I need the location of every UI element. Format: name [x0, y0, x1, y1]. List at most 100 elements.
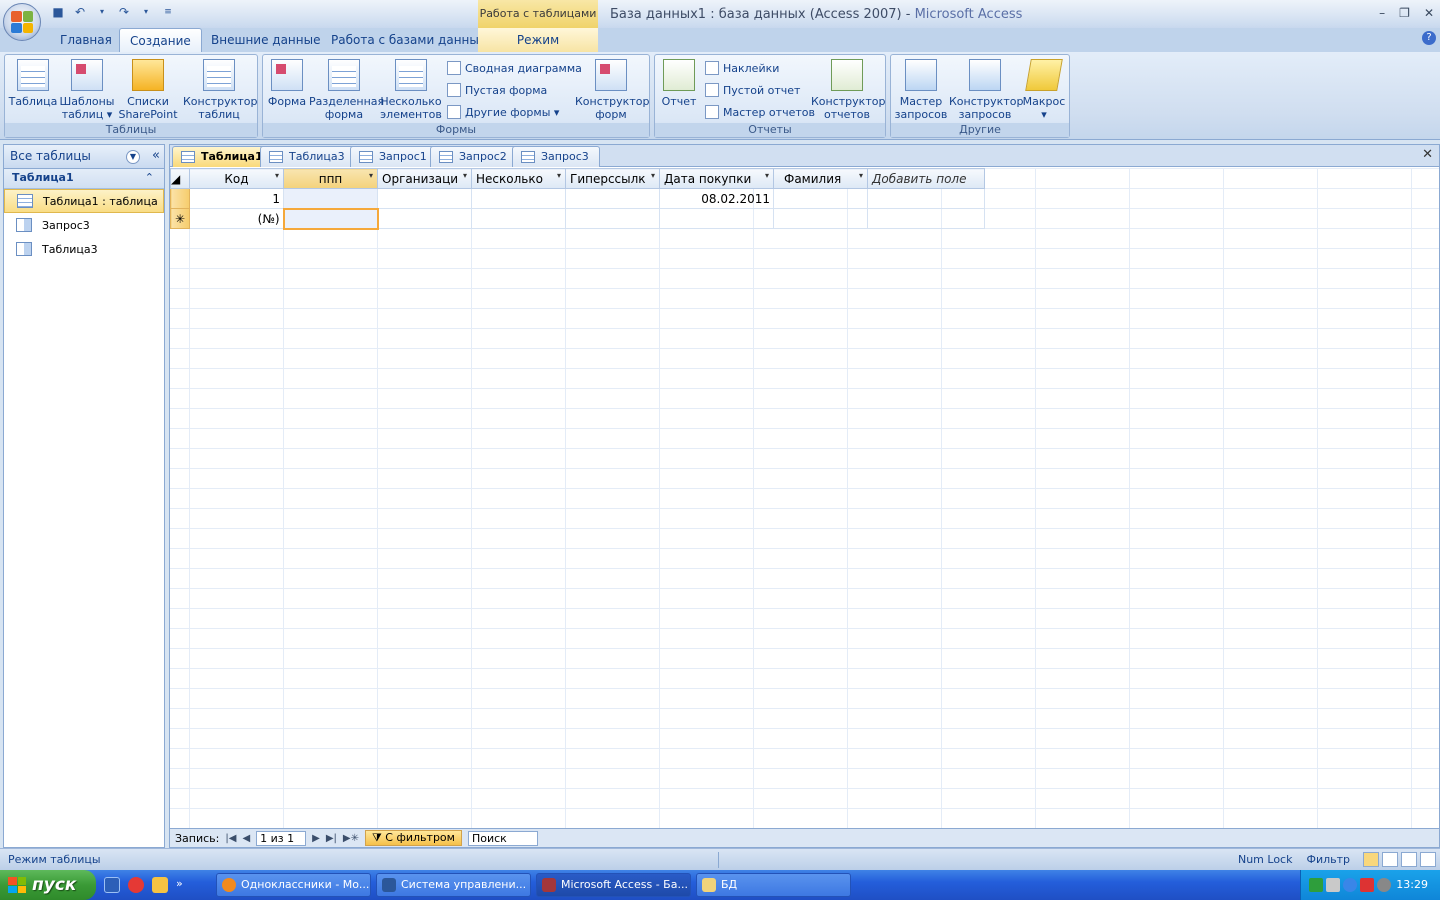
query-wizard-button[interactable]: Мастер запросов — [893, 59, 949, 121]
filter-icon[interactable]: ▾ — [275, 171, 279, 180]
table-cell[interactable]: 1 — [189, 188, 284, 209]
table-cell[interactable] — [659, 208, 774, 229]
nav-dropdown-icon[interactable]: ▼ — [126, 150, 140, 164]
dropdown-icon[interactable]: ▾ — [463, 171, 467, 180]
macro-button[interactable]: Макрос ▾ — [1021, 59, 1067, 121]
save-icon[interactable] — [104, 877, 120, 893]
more-icon[interactable]: » — [176, 877, 192, 893]
record-position-input[interactable]: 1 из 1 — [256, 830, 307, 846]
report-wizard-button[interactable]: Мастер отчетов — [705, 103, 815, 121]
search-input[interactable]: Поиск — [467, 830, 538, 846]
column-header[interactable]: Организаци ▾ — [377, 168, 472, 189]
row-selector[interactable] — [170, 188, 190, 209]
dropdown-icon[interactable]: ▾ — [859, 171, 863, 180]
datasheet-view-icon[interactable] — [1363, 852, 1379, 867]
select-all-corner[interactable]: ◢ — [170, 168, 190, 189]
tab-home[interactable]: Главная — [50, 28, 122, 52]
tab-database-tools[interactable]: Работа с базами данных — [321, 28, 496, 52]
doc-tab-table1[interactable]: Таблица1 — [172, 146, 274, 167]
nav-item-table1[interactable]: Таблица1 : таблица — [4, 189, 164, 213]
minimize-icon[interactable]: – — [1379, 6, 1385, 20]
form-button[interactable]: Форма — [265, 59, 309, 108]
blank-report-button[interactable]: Пустой отчет — [705, 81, 800, 99]
tray-app-icon[interactable] — [1309, 878, 1323, 892]
table-cell[interactable]: 08.02.2011 — [659, 188, 774, 209]
table-cell[interactable] — [565, 208, 660, 229]
dropdown-icon[interactable]: ▾ — [557, 171, 561, 180]
column-header[interactable]: ппп ▾ — [283, 168, 378, 189]
more-forms-button[interactable]: Другие формы ▾ — [447, 103, 559, 121]
language-icon[interactable] — [1360, 878, 1374, 892]
start-button[interactable]: пуск — [0, 870, 96, 900]
dropdown-icon[interactable]: ▾ — [765, 171, 769, 180]
add-field-header[interactable]: Добавить поле — [867, 168, 985, 189]
form-design-button[interactable]: Конструктор форм — [575, 59, 649, 121]
column-header[interactable]: Несколько ▾ — [471, 168, 566, 189]
taskbar-item-folder[interactable]: БД — [696, 873, 851, 897]
labels-button[interactable]: Наклейки — [705, 59, 779, 77]
customize-qat-icon[interactable]: ≡ — [160, 4, 176, 20]
tab-datasheet[interactable]: Режим таблицы — [478, 28, 598, 71]
table-cell[interactable] — [377, 188, 472, 209]
undo-icon[interactable]: ↶ — [72, 4, 88, 20]
table-cell[interactable] — [773, 208, 868, 229]
table-cell[interactable] — [471, 188, 566, 209]
new-record-icon[interactable]: ✳ — [170, 208, 190, 229]
pivot-chart-view-icon[interactable] — [1401, 852, 1417, 867]
column-header[interactable]: Гиперссылк ▾ — [565, 168, 660, 189]
taskbar-item-access[interactable]: Microsoft Access - Ба... — [536, 873, 691, 897]
new-record-nav-icon[interactable]: ▶✳ — [343, 833, 359, 844]
next-record-icon[interactable]: ▶ — [312, 833, 320, 844]
tab-external-data[interactable]: Внешние данные — [201, 28, 330, 52]
report-button[interactable]: Отчет — [659, 59, 699, 108]
table-cell[interactable] — [471, 208, 566, 229]
blank-form-button[interactable]: Пустая форма — [447, 81, 547, 99]
dropdown-icon[interactable]: ▾ — [94, 4, 110, 20]
dropdown-icon[interactable]: ▾ — [369, 171, 373, 180]
antivirus-icon[interactable] — [1377, 878, 1391, 892]
pivot-table-view-icon[interactable] — [1382, 852, 1398, 867]
column-header[interactable]: Фамилия ▾ — [773, 168, 868, 189]
table-cell[interactable] — [773, 188, 868, 209]
collapse-pane-icon[interactable]: « — [152, 148, 160, 163]
first-record-icon[interactable]: |◀ — [225, 833, 236, 844]
taskbar-item-word[interactable]: Система управлени... — [376, 873, 531, 897]
column-header[interactable]: Код ▾ — [189, 168, 284, 189]
table-cell[interactable] — [377, 208, 472, 229]
opera-icon[interactable] — [128, 877, 144, 893]
save-icon[interactable]: ■ — [50, 4, 66, 20]
volume-icon[interactable] — [1326, 878, 1340, 892]
doc-tab-query3[interactable]: Запрос3 — [512, 146, 600, 167]
table-cell[interactable] — [867, 188, 985, 209]
restore-icon[interactable]: ❐ — [1399, 6, 1410, 20]
office-button[interactable] — [3, 3, 41, 41]
network-icon[interactable] — [1343, 878, 1357, 892]
report-design-button[interactable]: Конструктор отчетов — [811, 59, 885, 121]
nav-item-table3[interactable]: Таблица3 — [4, 237, 164, 261]
tab-create[interactable]: Создание — [119, 28, 202, 52]
previous-record-icon[interactable]: ◀ — [242, 833, 250, 844]
table-design-button[interactable]: Конструктор таблиц — [183, 59, 257, 121]
nav-item-query3[interactable]: Запрос3 — [4, 213, 164, 237]
table-cell[interactable] — [565, 188, 660, 209]
close-document-icon[interactable]: ✕ — [1422, 147, 1433, 162]
doc-tab-query1[interactable]: Запрос1 — [350, 146, 438, 167]
taskbar-item-odnoklassniki[interactable]: Одноклассники - Mo... — [216, 873, 371, 897]
nav-group-header[interactable]: Таблица1 ⌃ — [4, 169, 164, 189]
pivot-chart-button[interactable]: Сводная диаграмма — [447, 59, 582, 77]
doc-tab-query2[interactable]: Запрос2 — [430, 146, 518, 167]
table-cell[interactable]: (№) — [189, 208, 284, 229]
tool-icon[interactable] — [152, 877, 168, 893]
table-cell[interactable] — [867, 208, 985, 229]
table-templates-button[interactable]: Шаблоны таблиц ▾ — [59, 59, 115, 121]
chevron-up-icon[interactable]: ⌃ — [145, 171, 154, 184]
column-header[interactable]: Дата покупки ▾ — [659, 168, 774, 189]
nav-header[interactable]: Все таблицы ▼ « — [4, 145, 164, 169]
last-record-icon[interactable]: ▶| — [326, 833, 337, 844]
split-form-button[interactable]: Разделенная форма — [309, 59, 384, 121]
help-icon[interactable]: ? — [1422, 31, 1436, 45]
query-design-button[interactable]: Конструктор запросов — [949, 59, 1023, 121]
multiple-items-button[interactable]: Несколько элементов — [379, 59, 443, 121]
dropdown-icon[interactable]: ▾ — [651, 171, 655, 180]
close-icon[interactable]: ✕ — [1424, 6, 1434, 20]
